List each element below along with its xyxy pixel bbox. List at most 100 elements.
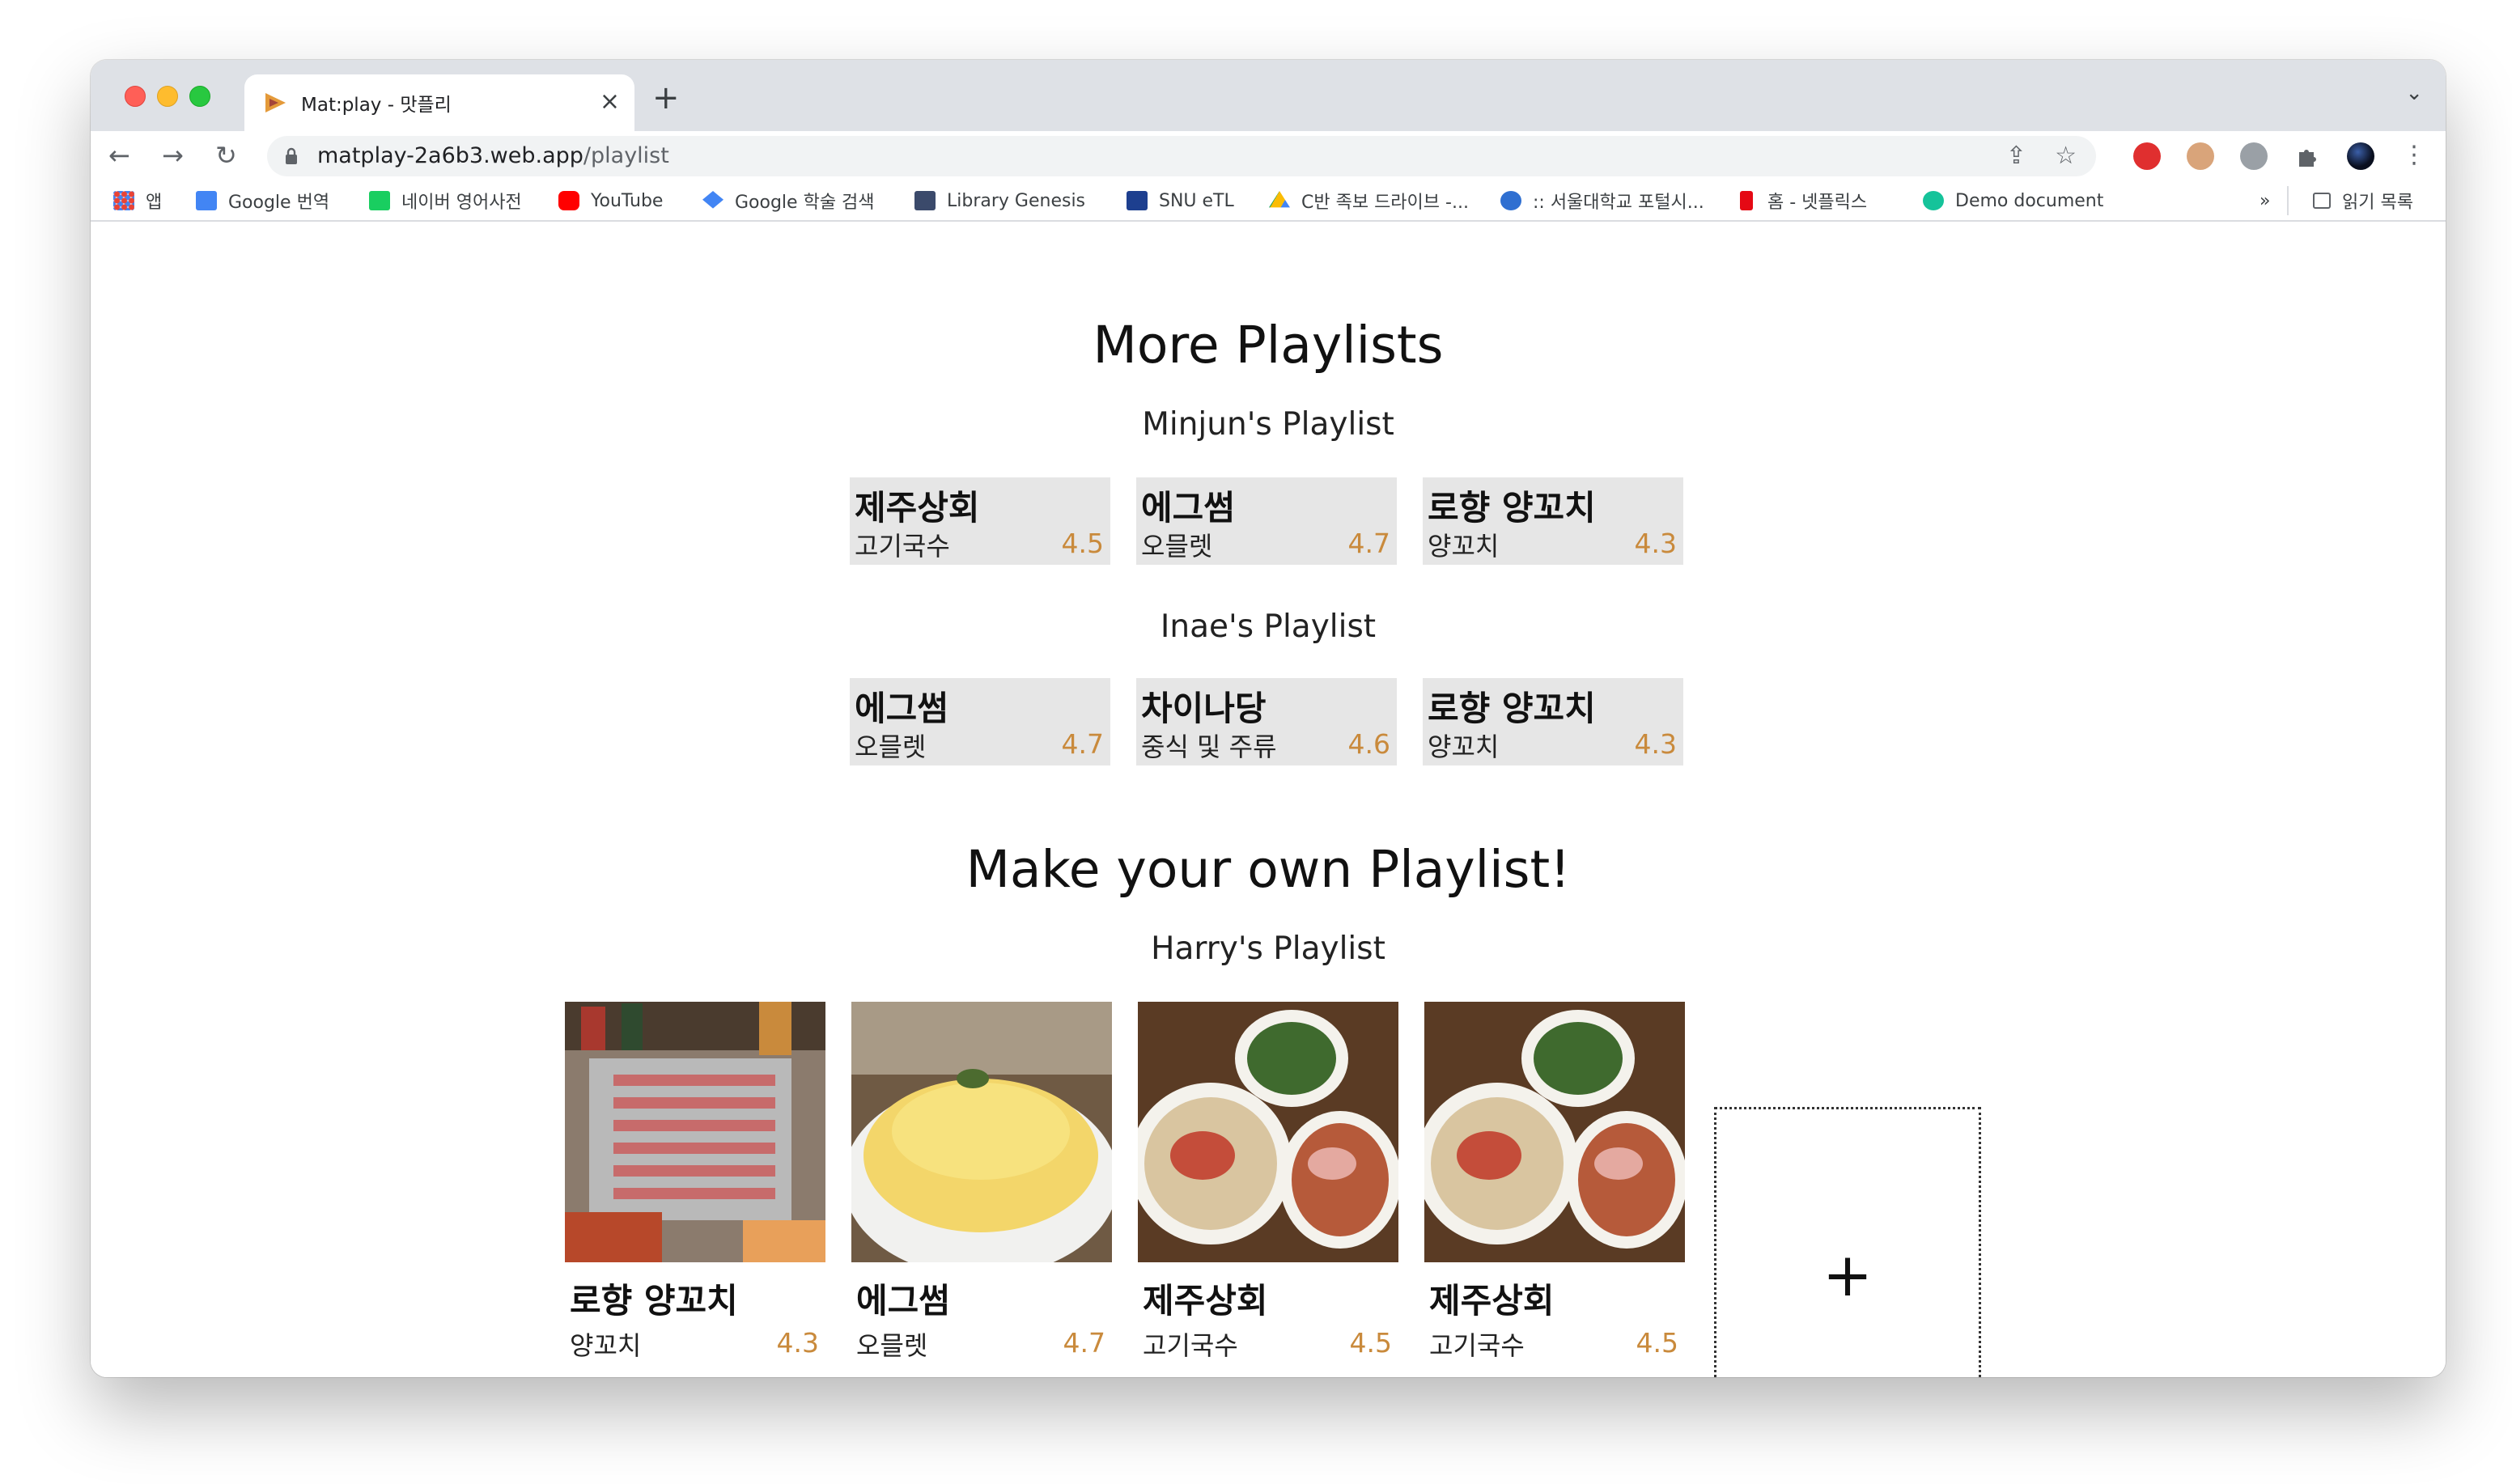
matplay-favicon-icon [265,93,286,112]
close-window-button[interactable] [125,86,146,107]
bookmark-label: 네이버 영어사전 [401,193,522,213]
share-icon[interactable]: ⇪ [2006,142,2026,170]
tab-search-chevron-icon[interactable]: ⌄ [2405,81,2423,105]
restaurant-category: 양꼬치 [1428,531,1500,562]
playlist-card[interactable]: 에그썸 오믈렛 4.7 [850,678,1110,765]
playlist-card[interactable]: 로향 양꼬치 양꼬치 4.3 [1423,477,1683,565]
maximize-window-button[interactable] [189,86,210,107]
naver-dictionary-icon [369,191,390,210]
lamb-skewers-photo [565,1002,825,1262]
add-restaurant-button[interactable]: + [1714,1107,1981,1377]
restaurant-name: 에그썸 [856,1281,950,1321]
bookmark-google-drive[interactable]: C반 족보 드라이브 -... [1269,189,1469,213]
restaurant-name: 제주상회 [1429,1281,1555,1321]
netflix-icon [1740,191,1753,210]
profile-avatar[interactable] [2347,142,2374,170]
bookmark-star-icon[interactable]: ☆ [2055,142,2077,170]
bookmark-google-scholar[interactable]: Google 학술 검색 [702,189,875,213]
google-scholar-icon [702,191,723,209]
bookmark-label: Google 학술 검색 [735,193,875,213]
bookmark-google-translate[interactable]: Google 번역 [196,189,330,213]
bookmark-naver-dictionary[interactable]: 네이버 영어사전 [369,189,522,213]
forward-button[interactable]: → [162,136,184,175]
bookmark-label: SNU eTL [1159,190,1234,211]
make-playlist-title: Make your own Playlist! [965,840,1571,899]
library-genesis-icon [914,191,936,210]
bookmark-demo-document[interactable]: Demo document [1923,189,2103,212]
toolbar: ← → ↻ matplay-2a6b3.web.app/playlist ⇪ ☆… [91,131,2446,181]
bookmark-snu-etl[interactable]: SNU eTL [1127,189,1234,212]
own-playlist-card[interactable]: 에그썸 오믈렛 4.7 [851,1002,1112,1361]
restaurant-category: 오믈렛 [856,1330,928,1361]
bookmark-label: Google 번역 [228,193,330,213]
tab-matplay[interactable]: Mat:play - 맛플리 × [244,74,634,131]
own-playlist-card[interactable]: 제주상회 고기국수 4.5 [1424,1002,1685,1361]
restaurant-rating: 4.3 [1634,528,1677,559]
extensions-puzzle-icon[interactable] [2293,142,2321,170]
bookmark-apps[interactable]: 앱 [113,189,163,213]
address-bar[interactable]: matplay-2a6b3.web.app/playlist ⇪ ☆ [267,136,2096,176]
meat-noodle-soup-photo [1138,1002,1398,1262]
restaurant-name: 로향 양꼬치 [1428,488,1596,528]
new-tab-button[interactable]: + [652,78,680,118]
apps-grid-icon [113,191,134,210]
own-playlist-card[interactable]: 제주상회 고기국수 4.5 [1138,1002,1398,1361]
browser-menu-icon[interactable]: ⋮ [2402,136,2426,175]
restaurant-name: 로향 양꼬치 [570,1281,738,1321]
playlist-name: Harry's Playlist [1151,931,1385,967]
tab-close-icon[interactable]: × [600,86,620,118]
reading-list-icon [2313,193,2331,209]
grammarly-icon [1923,191,1944,210]
meat-noodle-soup-photo [1424,1002,1685,1262]
restaurant-name: 제주상회 [855,488,980,528]
bookmark-netflix[interactable]: 홈 - 넷플릭스 [1740,189,1867,213]
restaurant-name: 로향 양꼬치 [1428,689,1596,728]
google-drive-icon [1269,191,1290,208]
tab-strip: Mat:play - 맛플리 × + ⌄ [91,60,2446,131]
more-playlists-title: More Playlists [1093,316,1444,375]
playlist-card[interactable]: 제주상회 고기국수 4.5 [850,477,1110,565]
reload-button[interactable]: ↻ [215,136,237,175]
restaurant-name: 에그썸 [855,689,948,728]
restaurant-category: 양꼬치 [570,1330,642,1361]
restaurant-category: 중식 및 주류 [1141,731,1277,762]
snu-etl-icon [1127,191,1148,210]
youtube-icon [558,191,579,210]
url-text: matplay-2a6b3.web.app/playlist [317,143,669,168]
face-extension-icon[interactable] [2187,142,2214,170]
page-content: More Playlists Minjun's Playlist 제주상회 고기… [91,222,2446,1377]
restaurant-name: 에그썸 [1141,488,1235,528]
own-playlist-card[interactable]: 로향 양꼬치 양꼬치 4.3 [565,1002,825,1361]
restaurant-category: 오믈렛 [1141,531,1213,562]
playlist-name: Inae's Playlist [1160,608,1377,645]
playlist-card[interactable]: 에그썸 오믈렛 4.7 [1136,477,1397,565]
restaurant-rating: 4.3 [1634,728,1677,760]
bookmark-label: Demo document [1955,190,2104,211]
bookmarks-bar: 앱 Google 번역 네이버 영어사전 YouTube Google 학술 검… [91,181,2446,222]
restaurant-rating: 4.5 [1349,1327,1392,1359]
reading-list-button[interactable]: 읽기 목록 [2313,189,2413,213]
snu-portal-icon [1500,191,1521,210]
plus-icon: + [1822,1240,1873,1310]
adblock-extension-icon[interactable] [2133,142,2161,170]
minimize-window-button[interactable] [157,86,178,107]
restaurant-category: 고기국수 [1429,1330,1525,1361]
gray-extension-icon[interactable] [2240,142,2268,170]
playlist-card[interactable]: 로향 양꼬치 양꼬치 4.3 [1423,678,1683,765]
google-translate-icon [196,191,217,210]
bookmark-youtube[interactable]: YouTube [558,189,663,212]
bookmark-snu-portal[interactable]: :: 서울대학교 포털시... [1500,189,1704,213]
restaurant-name: 제주상회 [1143,1281,1268,1321]
bookmark-library-genesis[interactable]: Library Genesis [914,189,1085,212]
reading-list-label: 읽기 목록 [2342,193,2413,213]
back-button[interactable]: ← [108,136,130,175]
bookmarks-overflow-button[interactable]: » [2260,189,2270,212]
restaurant-category: 양꼬치 [1428,731,1500,762]
bookmark-label: :: 서울대학교 포털시... [1533,193,1704,213]
restaurant-rating: 4.3 [776,1327,819,1359]
restaurant-category: 오믈렛 [855,731,927,762]
restaurant-rating: 4.6 [1347,728,1390,760]
bookmark-label: 앱 [146,193,163,213]
browser-window: Mat:play - 맛플리 × + ⌄ ← → ↻ matplay-2a6b3… [91,60,2446,1377]
playlist-card[interactable]: 차이나당 중식 및 주류 4.6 [1136,678,1397,765]
